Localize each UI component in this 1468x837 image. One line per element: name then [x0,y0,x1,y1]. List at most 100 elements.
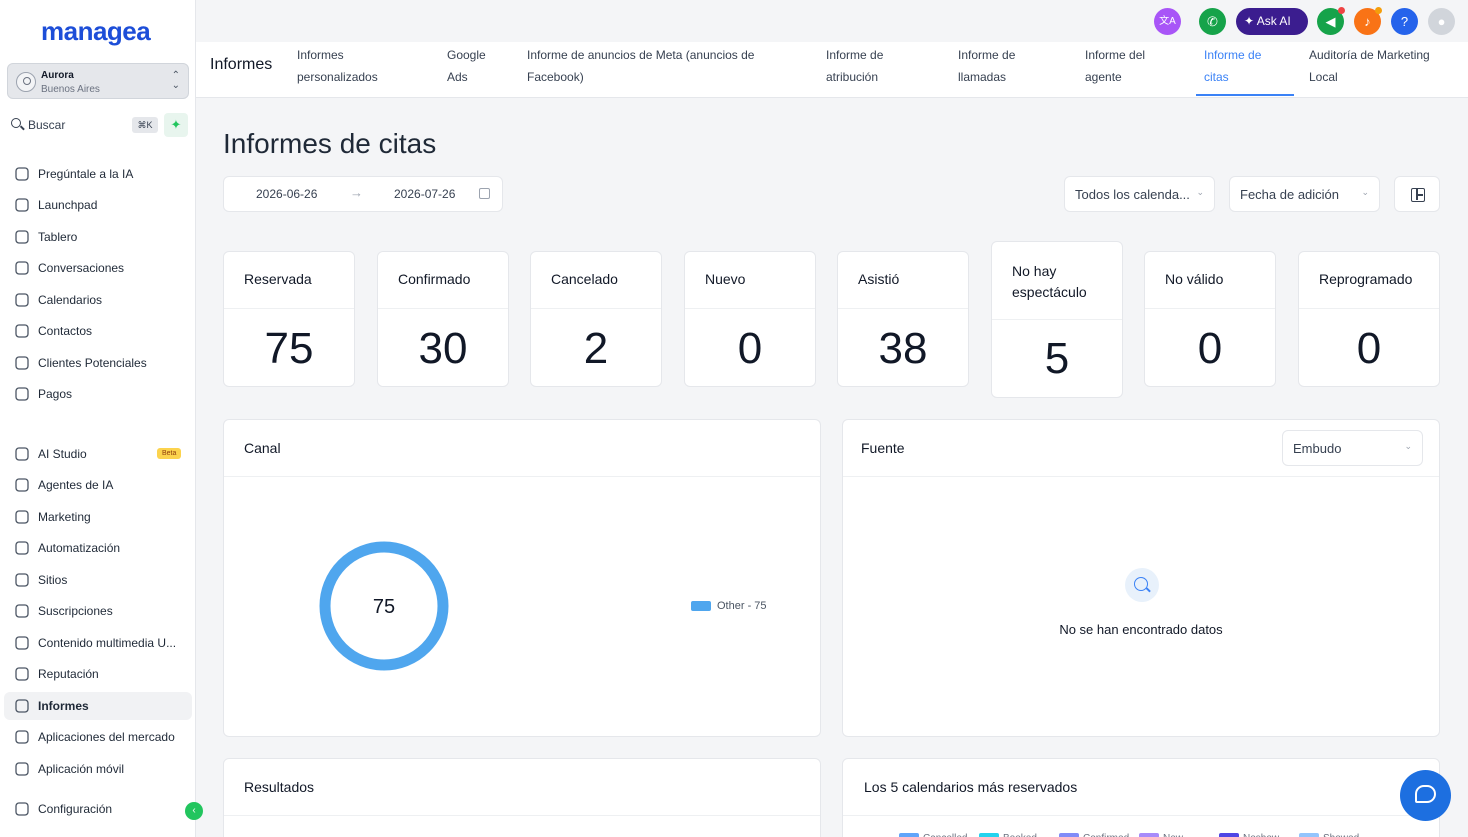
legend-item: Booked [979,833,1037,837]
tab-custom-reports[interactable]: Informes personalizados [297,44,378,88]
payments-icon [14,386,30,402]
sidebar-item-label: Pagos [38,387,73,401]
active-tab-indicator [1196,94,1294,96]
stat-noshow: No hay espectáculo 5 [991,241,1123,398]
legend-item: Confirmed [1059,833,1129,837]
reports-title: Informes [210,56,273,73]
chevron-down-icon: ⌄ [1196,187,1204,197]
sidebar-item-label: Sitios [38,573,68,587]
ask-ai-button[interactable]: ✦ Ask AI [1236,8,1308,35]
chat-widget-button[interactable] [1400,770,1451,821]
media-icon [14,635,30,651]
account-switcher[interactable]: Aurora Buenos Aires ⌃ ⌄ [7,63,189,99]
sidebar-item-automation[interactable]: Automatización [4,534,192,562]
sidebar-item-label: Conversaciones [38,261,125,275]
stat-value: 2 [583,324,609,373]
sidebar-item-label: Contactos [38,324,93,338]
tab-calls[interactable]: Informe de llamadas [958,44,1015,88]
legend-item: Showed [1299,833,1359,837]
collapse-sidebar-button[interactable]: ‹ [185,802,203,820]
sidebar-item-gear[interactable]: Configuración [4,795,192,823]
sidebar-item-apps[interactable]: Aplicaciones del mercado [4,723,192,751]
sidebar-item-contacts[interactable]: Contactos [4,317,192,345]
chevron-updown-icon: ⌃ ⌄ [171,70,180,91]
channel-donut-chart: 75 [319,541,449,671]
date-type-select[interactable]: Fecha de adición ⌄ [1229,176,1380,212]
help-icon[interactable]: ? [1391,8,1418,35]
user-avatar[interactable]: ● [1428,8,1455,35]
sidebar-item-send[interactable]: Marketing [4,503,192,531]
sidebar-item-mobile[interactable]: Aplicación móvil [4,755,192,783]
sidebar-item-label: Configuración [38,802,113,816]
search-icon [11,118,21,128]
phone-icon[interactable]: ✆ [1199,8,1226,35]
sidebar-item-media[interactable]: Contenido multimedia U... [4,629,192,657]
page-title: Informes de citas [223,128,437,159]
star-icon [14,666,30,682]
gear-icon [14,801,30,817]
sidebar-item-calendar[interactable]: Calendarios [4,286,192,314]
sidebar-item-label: Tablero [38,230,78,244]
calendar-filter-select[interactable]: Todos los calenda... ⌄ [1064,176,1215,212]
sidebar-item-label: Launchpad [38,198,98,212]
tab-attribution[interactable]: Informe de atribución [826,44,883,88]
chevron-down-icon: ⌄ [1404,441,1412,451]
sidebar-item-chat[interactable]: Conversaciones [4,254,192,282]
stat-value: 0 [1356,324,1382,373]
funnel-select-value: Embudo [1293,441,1342,456]
reports-tabs: Informes Informes personalizados Google Ad… [196,42,1468,98]
tab-local-marketing-audit[interactable]: Auditoría de Marketing Local [1309,44,1430,88]
stat-confirmed: Confirmado 30 [377,251,509,387]
sidebar-item-leads[interactable]: Clientes Potenciales [4,349,192,377]
sidebar-item-sparkle[interactable]: Pregúntale a la IA [4,160,192,188]
tab-meta-ads[interactable]: Informe de anuncios de Meta (anuncios de… [527,44,754,88]
top-calendars-card: Los 5 calendarios más reservados Cancell… [842,758,1440,837]
sidebar-item-memberships[interactable]: Suscripciones [4,597,192,625]
sidebar-item-sites[interactable]: Sitios [4,566,192,594]
sidebar-item-label: Aplicaciones del mercado [38,730,175,744]
funnel-select[interactable]: Embudo ⌄ [1282,430,1423,466]
tab-appointments[interactable]: Informe de citas [1204,44,1261,88]
notification-dot [1338,7,1345,14]
sidebar-item-trend[interactable]: Informes [4,692,192,720]
dashboard-icon [14,229,30,245]
ai-studio-icon [14,446,30,462]
sidebar-item-rocket[interactable]: Launchpad [4,191,192,219]
translate-icon[interactable]: 文A [1154,8,1181,35]
stat-showed: Asistió 38 [837,251,969,387]
contacts-icon [14,323,30,339]
stat-value: 75 [264,324,314,373]
account-location: Buenos Aires [41,84,100,95]
automation-icon [14,540,30,556]
sidebar-item-dashboard[interactable]: Tablero [4,223,192,251]
notification-dot [1375,7,1382,14]
stat-invalid: No válido 0 [1144,251,1276,387]
ask-ai-label: Ask AI [1256,14,1291,28]
beta-badge: Beta [157,448,182,459]
sidebar-item-label: Reputación [38,667,99,681]
stat-label: Nuevo [705,271,746,287]
sidebar-item-star[interactable]: Reputación [4,660,192,688]
tab-agent[interactable]: Informe del agente [1085,44,1145,88]
sidebar-item-ai-studio[interactable]: AI Studio Beta [4,440,192,468]
layout-toggle-button[interactable] [1394,176,1440,212]
sidebar-item-label: Contenido multimedia U... [38,636,177,650]
tab-google-ads[interactable]: Google Ads [447,44,486,88]
stat-value: 38 [878,324,928,373]
sites-icon [14,572,30,588]
stat-booked: Reservada 75 [223,251,355,387]
sidebar-item-payments[interactable]: Pagos [4,380,192,408]
stat-value: 0 [737,324,763,373]
date-range-picker[interactable]: 2026-06-26 → 2026-07-26 [223,176,503,212]
app-logo[interactable]: managea [41,16,151,47]
sidebar-item-label: Aplicación móvil [38,762,125,776]
sidebar-item-agents[interactable]: Agentes de IA [4,471,192,499]
quick-action-button[interactable]: ✦ [164,113,188,137]
sidebar-item-label: AI Studio [38,447,87,461]
trend-icon [14,698,30,714]
stat-label: No hay espectáculo [1012,263,1087,300]
search-button[interactable]: Buscar ⌘K [7,113,159,137]
leads-icon [14,355,30,371]
search-label: Buscar [28,118,66,132]
sidebar-item-label: Marketing [38,510,91,524]
